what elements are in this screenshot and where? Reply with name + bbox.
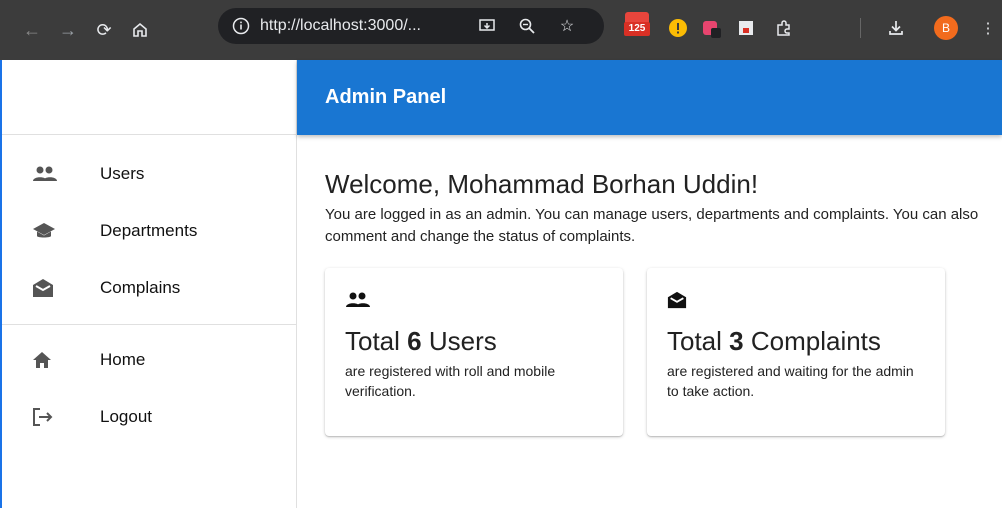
extension-yellow-icon[interactable] xyxy=(666,16,690,40)
downloads-icon[interactable] xyxy=(884,16,908,40)
complaints-stat-card: Total 3 Complaints are registered and wa… xyxy=(647,268,945,436)
sidebar: Users Departments Complains Home Logout xyxy=(0,60,297,508)
complaints-count: 3 xyxy=(729,326,744,356)
users-stat-title: Total 6 Users xyxy=(345,326,603,357)
complaints-stat-description: are registered and waiting for the admin… xyxy=(667,363,914,399)
reload-icon[interactable]: ⟳ xyxy=(90,16,118,44)
url-text: http://localhost:3000/... xyxy=(260,17,421,34)
sidebar-divider xyxy=(2,324,296,325)
users-stat-description: are registered with roll and mobile veri… xyxy=(345,363,556,399)
install-app-icon[interactable] xyxy=(476,15,498,37)
sidebar-item-label: Home xyxy=(100,349,146,369)
stat-suffix: Complaints xyxy=(743,326,881,356)
mail-extension-icon[interactable]: 125 xyxy=(624,12,650,40)
extension-badge-count: 125 xyxy=(624,22,650,36)
home-icon xyxy=(32,348,62,372)
extensions-puzzle-icon[interactable] xyxy=(772,16,796,40)
sidebar-nav-primary: Users Departments Complains xyxy=(2,135,296,316)
extension-paint-icon[interactable] xyxy=(700,16,724,40)
stats-cards: Total 6 Users are registered with roll a… xyxy=(325,268,1002,436)
sidebar-item-label: Complains xyxy=(100,277,181,297)
site-info-icon[interactable] xyxy=(232,17,250,35)
sidebar-header xyxy=(2,60,296,135)
sidebar-item-users[interactable]: Users xyxy=(2,145,296,202)
zoom-icon[interactable] xyxy=(516,15,538,37)
drafts-icon xyxy=(667,288,925,312)
people-icon xyxy=(345,288,603,312)
stat-prefix: Total xyxy=(345,326,408,356)
drafts-icon xyxy=(32,276,62,300)
welcome-description: You are logged in as an admin. You can m… xyxy=(325,206,979,245)
browser-toolbar: ← → ⟳ http://localhost:3000/... ☆ 125 B … xyxy=(0,0,1002,60)
toolbar-separator xyxy=(860,18,861,38)
stat-prefix: Total xyxy=(667,326,730,356)
sidebar-nav-secondary: Home Logout xyxy=(2,331,296,445)
sidebar-item-label: Logout xyxy=(100,406,152,426)
app-title: Admin Panel xyxy=(325,86,447,108)
forward-icon[interactable]: → xyxy=(54,16,82,44)
extension-calendar-icon[interactable] xyxy=(734,16,758,40)
stat-suffix: Users xyxy=(421,326,497,356)
bookmark-star-icon[interactable]: ☆ xyxy=(556,15,578,37)
school-icon xyxy=(32,219,62,243)
sidebar-item-home[interactable]: Home xyxy=(2,331,296,388)
address-bar[interactable]: http://localhost:3000/... ☆ xyxy=(218,8,604,44)
sidebar-item-label: Departments xyxy=(100,220,198,240)
users-stat-card: Total 6 Users are registered with roll a… xyxy=(325,268,623,436)
sidebar-item-complains[interactable]: Complains xyxy=(2,259,296,316)
sidebar-item-logout[interactable]: Logout xyxy=(2,388,296,445)
people-icon xyxy=(32,162,62,186)
sidebar-item-departments[interactable]: Departments xyxy=(2,202,296,259)
app-bar: Admin Panel xyxy=(297,60,1002,135)
browser-menu-icon[interactable]: ⋮ xyxy=(976,16,1000,40)
back-icon[interactable]: ← xyxy=(18,16,46,44)
sidebar-item-label: Users xyxy=(100,163,145,183)
profile-avatar[interactable]: B xyxy=(934,16,958,40)
home-browser-icon[interactable] xyxy=(126,16,154,44)
welcome-heading: Welcome, Mohammad Borhan Uddin! xyxy=(325,169,759,199)
main-content: Welcome, Mohammad Borhan Uddin! You are … xyxy=(297,135,1002,508)
users-count: 6 xyxy=(407,326,422,356)
logout-icon xyxy=(32,405,62,429)
complaints-stat-title: Total 3 Complaints xyxy=(667,326,925,357)
